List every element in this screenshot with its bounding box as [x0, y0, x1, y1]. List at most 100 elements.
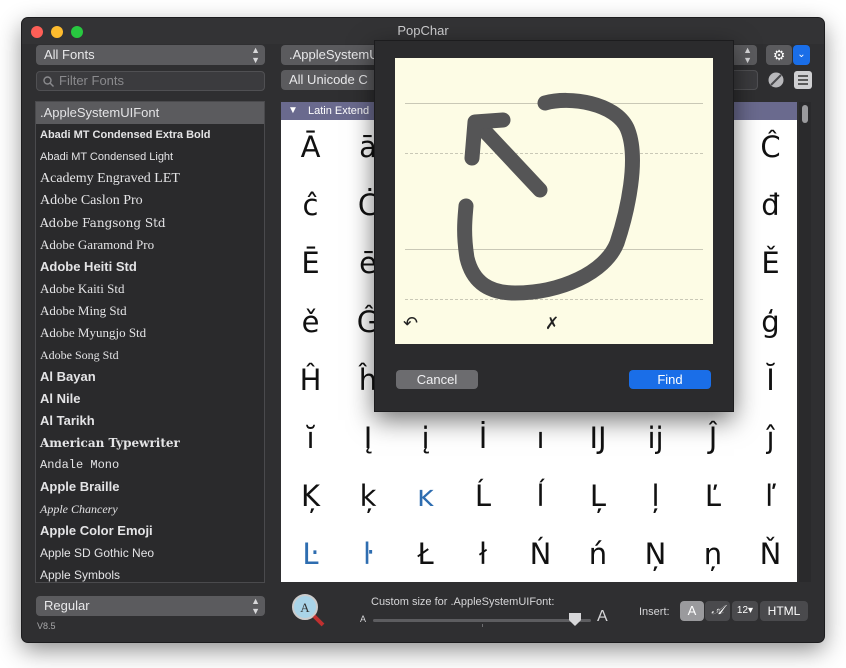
unicode-selector-label: All Unicode C [289, 72, 368, 87]
clear-icon[interactable]: ✗ [545, 314, 559, 334]
character-cell[interactable]: İ [455, 409, 512, 467]
character-cell[interactable]: Ĳ [570, 409, 627, 467]
character-cell[interactable]: Ľ [685, 467, 742, 525]
handwriting-button[interactable] [767, 71, 785, 89]
character-cell[interactable]: Ě [742, 234, 797, 292]
character-cell[interactable]: į [397, 409, 454, 467]
character-cell[interactable]: Ň [742, 525, 797, 582]
popup-arrows-icon: ▲ ▼ [251, 596, 260, 616]
character-cell[interactable]: Ĥ [282, 351, 339, 409]
character-cell[interactable]: Ē [282, 234, 339, 292]
popchar-window: PopChar All Fonts ▲ ▼ Filter Fonts .Apple… [22, 18, 824, 642]
chevron-down-icon: ⌄ [797, 49, 806, 60]
font-item[interactable]: Al Bayan [36, 366, 264, 388]
character-cell[interactable]: ķ [340, 467, 397, 525]
size-min-label: A [360, 614, 367, 624]
popup-arrows-icon: ▲ ▼ [251, 45, 260, 65]
magnifier-icon: A [292, 594, 325, 627]
size-slider-knob[interactable] [569, 613, 581, 626]
font-item[interactable]: Andale Mono [36, 454, 264, 476]
font-item[interactable]: Adobe Kaiti Std [36, 278, 264, 300]
handwriting-pad[interactable]: ↶ ✗ [395, 58, 713, 344]
vertical-scrollbar[interactable] [799, 102, 811, 582]
cancel-button[interactable]: Cancel [396, 370, 478, 389]
slider-tick [482, 624, 483, 627]
character-cell[interactable]: Ņ [627, 525, 684, 582]
svg-text:A: A [300, 600, 310, 615]
character-cell[interactable]: Ń [512, 525, 569, 582]
font-item[interactable]: Al Nile [36, 388, 264, 410]
font-item[interactable]: Apple Braille [36, 476, 264, 498]
font-item[interactable]: Adobe Garamond Pro [36, 234, 264, 256]
font-item[interactable]: Apple Color Emoji [36, 520, 264, 542]
font-item[interactable]: Abadi MT Condensed Extra Bold [36, 124, 264, 146]
font-item[interactable]: Adobe Heiti Std [36, 256, 264, 278]
font-item[interactable]: Academy Engraved LET [36, 168, 264, 190]
character-cell[interactable]: Ĉ [742, 118, 797, 176]
character-cell[interactable]: ņ [685, 525, 742, 582]
character-cell[interactable]: Ĺ [455, 467, 512, 525]
character-cell[interactable]: ł [455, 525, 512, 582]
character-search-button[interactable]: A [290, 592, 326, 628]
list-view-button[interactable] [794, 71, 812, 89]
character-cell[interactable]: Ĵ [685, 409, 742, 467]
style-label: Regular [44, 598, 90, 613]
handwriting-dialog: ↶ ✗ Cancel Find [374, 40, 734, 412]
character-cell[interactable]: Ŀ [282, 525, 339, 582]
character-cell[interactable]: ĺ [512, 467, 569, 525]
character-cell[interactable]: Į [340, 409, 397, 467]
character-cell[interactable]: Ĭ [742, 351, 797, 409]
scrollbar-thumb[interactable] [802, 105, 808, 123]
insert-size-button[interactable]: 12▾ [732, 601, 758, 621]
character-cell[interactable]: ě [282, 293, 339, 351]
undo-icon[interactable]: ↶ [403, 313, 418, 334]
font-item[interactable]: .AppleSystemUIFont [36, 102, 264, 124]
character-cell[interactable]: Ļ [570, 467, 627, 525]
font-item[interactable]: Apple Chancery [36, 498, 264, 520]
font-item[interactable]: Adobe Ming Std [36, 300, 264, 322]
font-item[interactable]: Adobe Fangsong Std [36, 212, 264, 234]
character-cell[interactable]: ļ [627, 467, 684, 525]
font-item[interactable]: Apple SD Gothic Neo [36, 542, 264, 564]
popup-arrows-icon: ▲ ▼ [743, 45, 752, 65]
character-cell[interactable]: ĭ [282, 409, 339, 467]
window-title: PopChar [397, 23, 449, 38]
character-cell[interactable]: ģ [742, 293, 797, 351]
character-cell[interactable]: ı [512, 409, 569, 467]
insert-html-button[interactable]: HTML [760, 601, 808, 621]
character-cell[interactable]: Ł [397, 525, 454, 582]
font-item[interactable]: Adobe Myungjo Std [36, 322, 264, 344]
settings-menu-button[interactable]: ⌄ [793, 45, 810, 65]
font-item[interactable]: Al Tarikh [36, 410, 264, 432]
font-item[interactable]: Apple Symbols [36, 564, 264, 582]
character-cell[interactable]: ĳ [627, 409, 684, 467]
insert-glyph-button[interactable]: 𝒜 [705, 601, 730, 621]
font-item[interactable]: Abadi MT Condensed Light [36, 146, 264, 168]
font-filter-popup[interactable]: All Fonts ▲ ▼ [36, 45, 265, 65]
filter-fonts-input[interactable]: Filter Fonts [36, 71, 265, 91]
character-cell[interactable]: ĸ [397, 467, 454, 525]
character-cell[interactable]: ŀ [340, 525, 397, 582]
size-max-label: A [597, 608, 608, 625]
handwriting-stroke [457, 93, 640, 301]
character-cell[interactable]: ĉ [282, 176, 339, 234]
font-item[interactable]: Adobe Song Std [36, 344, 264, 366]
character-cell[interactable]: ń [570, 525, 627, 582]
size-slider-track[interactable] [373, 619, 591, 622]
list-icon [798, 75, 808, 85]
font-item[interactable]: American Typewriter [36, 432, 264, 454]
version-label: V8.5 [37, 621, 56, 631]
font-list[interactable]: .AppleSystemUIFont Abadi MT Condensed Ex… [35, 101, 265, 583]
character-cell[interactable]: ĵ [742, 409, 797, 467]
character-cell[interactable]: Ā [282, 118, 339, 176]
font-item[interactable]: Adobe Caslon Pro [36, 190, 264, 212]
character-cell[interactable]: ľ [742, 467, 797, 525]
style-popup[interactable]: Regular ▲ ▼ [36, 596, 265, 616]
character-cell[interactable]: đ [742, 176, 797, 234]
unicode-selector-popup[interactable]: All Unicode C [281, 70, 381, 90]
find-button[interactable]: Find [629, 370, 711, 389]
insert-character-button[interactable]: A [680, 601, 704, 621]
insert-label: Insert: [639, 606, 670, 618]
settings-button[interactable]: ⚙ [766, 45, 792, 65]
character-cell[interactable]: Ķ [282, 467, 339, 525]
